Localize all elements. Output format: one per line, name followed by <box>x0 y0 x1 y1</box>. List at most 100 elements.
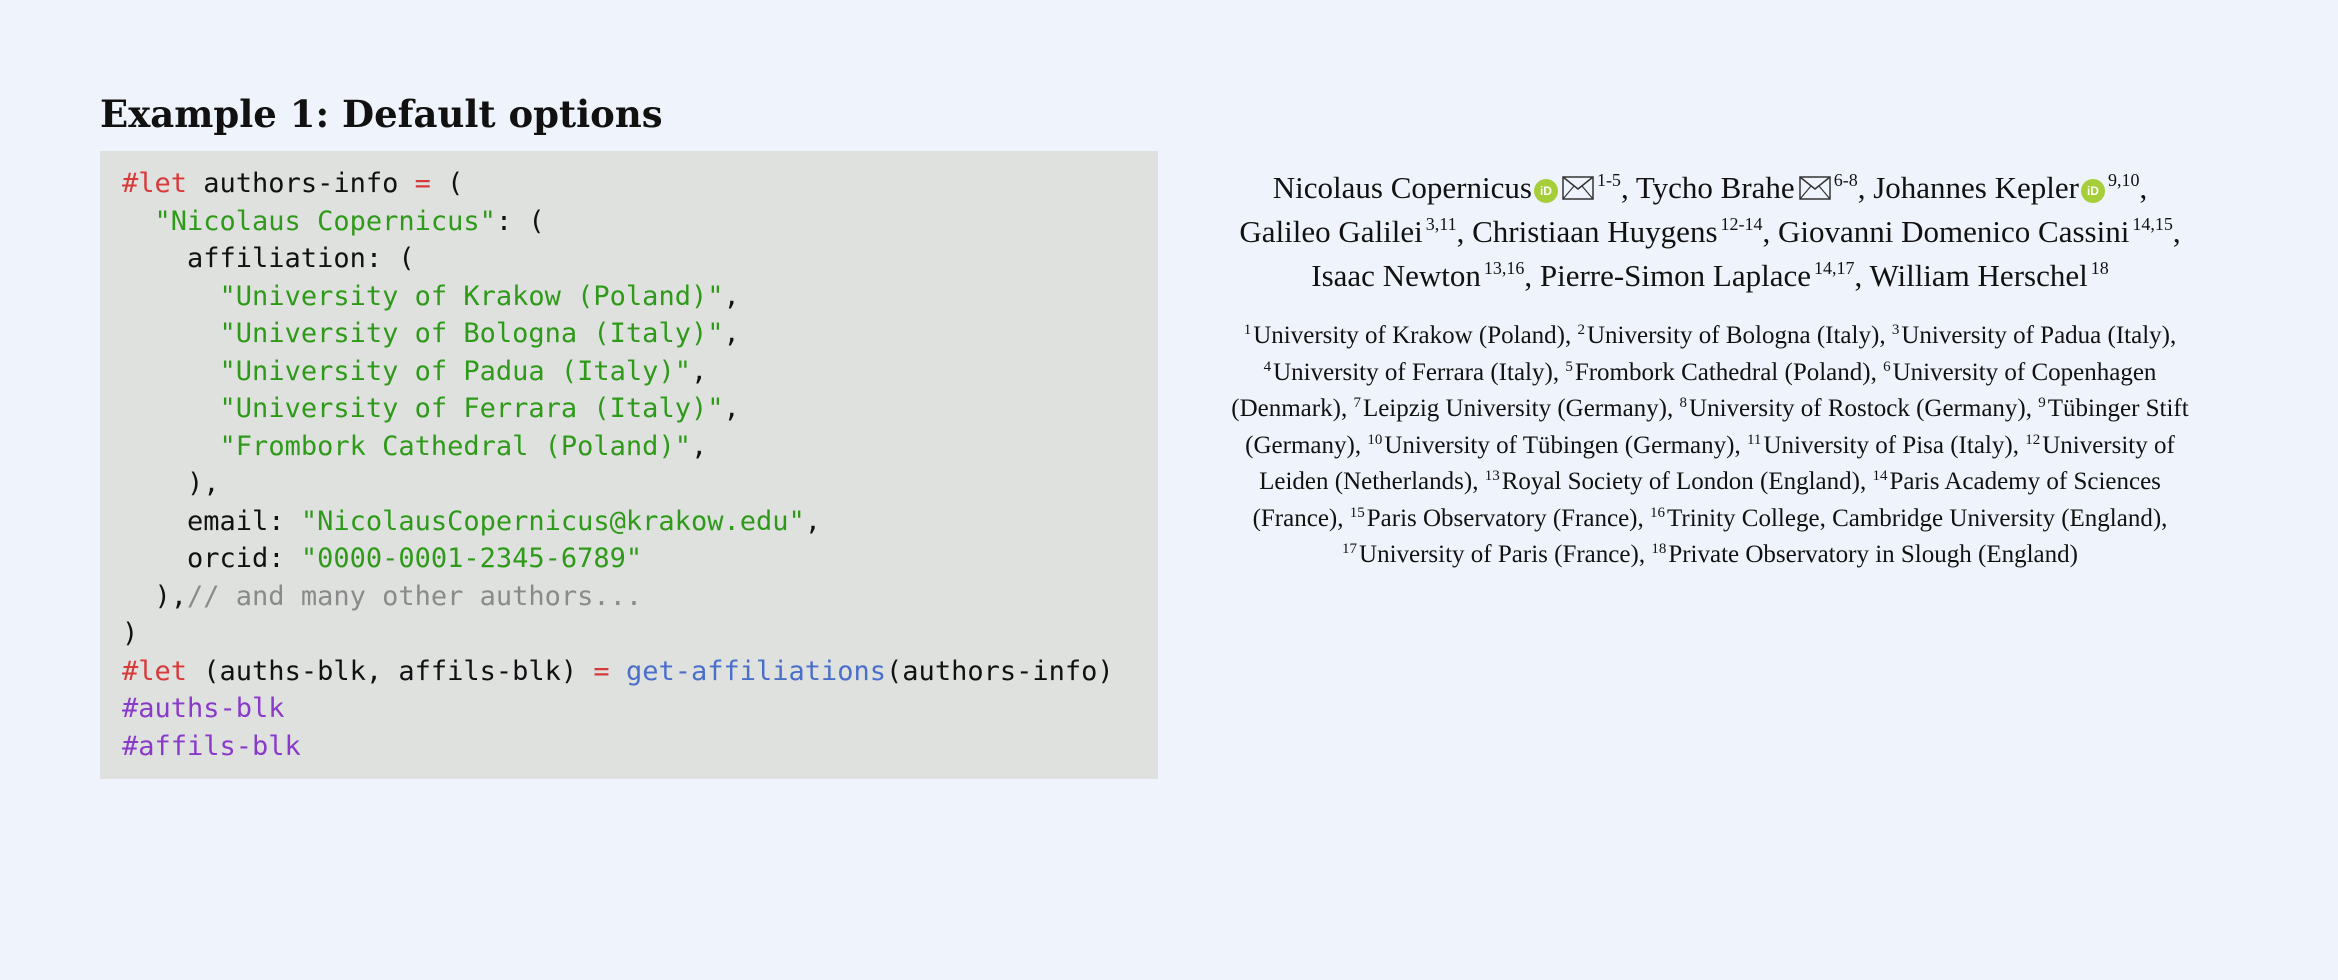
affiliation-name: Private Observatory in Slough (England) <box>1668 541 2078 568</box>
affiliation-name: University of Rostock (Germany) <box>1689 395 2026 422</box>
affiliation-number: 6 <box>1883 358 1891 375</box>
code-token: affiliation: ( <box>122 243 415 274</box>
author-separator: , <box>2139 170 2148 205</box>
code-token: , <box>723 393 740 424</box>
orcid-icon[interactable]: iD <box>2080 179 2105 203</box>
affiliation-entry: 5Frombork Cathedral (Poland) <box>1565 359 1870 386</box>
example-heading: Example 1: Default options <box>100 92 663 136</box>
orcid-icon[interactable]: iD <box>1533 179 1558 203</box>
author-affiliation-superscript: 18 <box>2090 258 2109 278</box>
author-separator: , <box>1524 258 1533 293</box>
affiliation-name: Paris Observatory (France) <box>1366 504 1638 532</box>
code-token: ) <box>122 618 139 649</box>
code-token: "University of Ferrara (Italy)" <box>219 393 724 424</box>
affiliation-number: 5 <box>1565 358 1573 375</box>
code-token: "University of Krakow (Poland)" <box>219 280 724 312</box>
author-name: Nicolaus Copernicus <box>1272 170 1532 205</box>
affiliation-name: University of Ferrara (Italy) <box>1273 358 1553 386</box>
affiliation-number: 15 <box>1349 504 1365 521</box>
affiliation-number: 10 <box>1367 431 1383 448</box>
author-entry: William Herschel 18 <box>1869 258 2108 293</box>
affiliation-entry: 7Leipzig University (Germany) <box>1353 395 1667 422</box>
code-token: "University of Bologna (Italy)" <box>219 318 724 349</box>
author-name: Christiaan Huygens <box>1472 214 1718 249</box>
email-icon[interactable] <box>1798 168 1831 200</box>
affiliation-name: Leipzig University (Germany) <box>1362 395 1668 422</box>
code-line: "Nicolaus Copernicus": ( <box>122 203 1158 241</box>
affiliation-number: 8 <box>1679 395 1688 411</box>
code-token: #affils-blk <box>122 730 301 762</box>
author-list: Nicolaus Copernicus iD1-5, Tycho Brahe 6-8… <box>1190 166 2230 298</box>
affiliation-name: Royal Society of London (England) <box>1501 468 1860 495</box>
code-line: ), <box>122 465 1158 503</box>
code-line: affiliation: ( <box>122 240 1158 278</box>
code-token: = <box>414 168 431 199</box>
code-token: #let <box>122 655 188 687</box>
author-entry: Tycho Brahe 6-8, <box>1636 170 1866 205</box>
code-block: #let authors-info = ( "Nicolaus Copernic… <box>100 151 1158 779</box>
affiliation-name: University of Paris (France) <box>1359 541 1639 568</box>
code-token: "Nicolaus Copernicus" <box>154 205 496 237</box>
author-name: Isaac Newton <box>1311 258 1481 293</box>
code-token: "0000-0001-2345-6789" <box>300 543 643 574</box>
author-name: Giovanni Domenico Cassini <box>1778 214 2130 249</box>
affiliation-number: 7 <box>1353 395 1361 411</box>
code-token: , <box>723 318 740 349</box>
code-line: #let authors-info = ( <box>122 165 1158 203</box>
author-separator: , <box>1620 170 1629 205</box>
affiliation-entry: 18Private Observatory in Slough (England… <box>1651 541 2078 568</box>
code-token: get-affiliations <box>625 655 887 687</box>
code-line: ),// and many other authors... <box>122 578 1158 616</box>
author-separator: , <box>2172 214 2181 249</box>
code-token: (auths-blk, affils-blk) <box>187 655 594 687</box>
code-line: "University of Padua (Italy)", <box>122 353 1158 391</box>
code-token: "NicolausCopernicus@krakow.edu" <box>300 505 805 537</box>
author-entry: Pierre-Simon Laplace 14,17, <box>1540 258 1862 293</box>
affiliation-entry: 10University of Tübingen (Germany) <box>1367 432 1734 459</box>
affiliation-number: 13 <box>1484 468 1500 484</box>
code-token: , <box>690 355 708 387</box>
affiliation-name: University of Tübingen (Germany) <box>1384 431 1735 459</box>
code-token: orcid: <box>122 543 301 574</box>
affiliation-name: Frombork Cathedral (Poland) <box>1574 358 1871 386</box>
affiliation-number: 3 <box>1891 322 1900 338</box>
author-name: Galileo Galilei <box>1239 214 1423 249</box>
code-line: email: "NicolausCopernicus@krakow.edu", <box>122 503 1158 541</box>
affiliation-entry: 16Trinity College, Cambridge University … <box>1650 505 2161 532</box>
author-affiliation-superscript: 9,10 <box>2107 170 2140 190</box>
author-separator: , <box>1857 170 1866 205</box>
code-token: , <box>690 430 708 462</box>
affiliation-entry: 2University of Bologna (Italy) <box>1578 322 1880 349</box>
affiliation-entry: 13Royal Society of London (England) <box>1485 468 1860 495</box>
affiliation-name: Trinity College, Cambridge University (E… <box>1667 504 2162 532</box>
author-entry: Giovanni Domenico Cassini 14,15, <box>1778 214 2181 249</box>
author-entry: Christiaan Huygens 12-14, <box>1472 214 1770 249</box>
code-token: "Frombork Cathedral (Poland)" <box>219 430 691 462</box>
author-entry: Isaac Newton 13,16, <box>1311 258 1532 293</box>
author-separator: , <box>1762 214 1771 249</box>
affiliation-name: University of Pisa (Italy) <box>1763 431 2013 459</box>
code-token: #let <box>122 168 188 199</box>
affiliation-name: University of Padua (Italy) <box>1901 322 2170 349</box>
author-name: William Herschel <box>1869 258 2088 293</box>
author-entry: Nicolaus Copernicus iD 1-5, <box>1273 170 1629 205</box>
code-line: #affils-blk <box>122 728 1158 766</box>
affiliation-number: 9 <box>2038 395 2046 411</box>
author-separator: , <box>1456 214 1465 249</box>
code-token: email: <box>122 505 301 537</box>
code-token: (authors-info) <box>886 655 1114 687</box>
affiliation-number: 14 <box>1872 468 1888 484</box>
affiliation-number: 1 <box>1243 322 1252 338</box>
code-token: "University of Padua (Italy)" <box>219 355 691 387</box>
email-icon[interactable] <box>1562 168 1594 200</box>
code-line: ) <box>122 615 1158 653</box>
code-token: // and many other authors... <box>187 580 643 612</box>
author-affiliation-superscript: 12-14 <box>1720 214 1763 234</box>
author-name: Johannes Kepler <box>1873 170 2079 205</box>
code-line: #auths-blk <box>122 690 1158 728</box>
